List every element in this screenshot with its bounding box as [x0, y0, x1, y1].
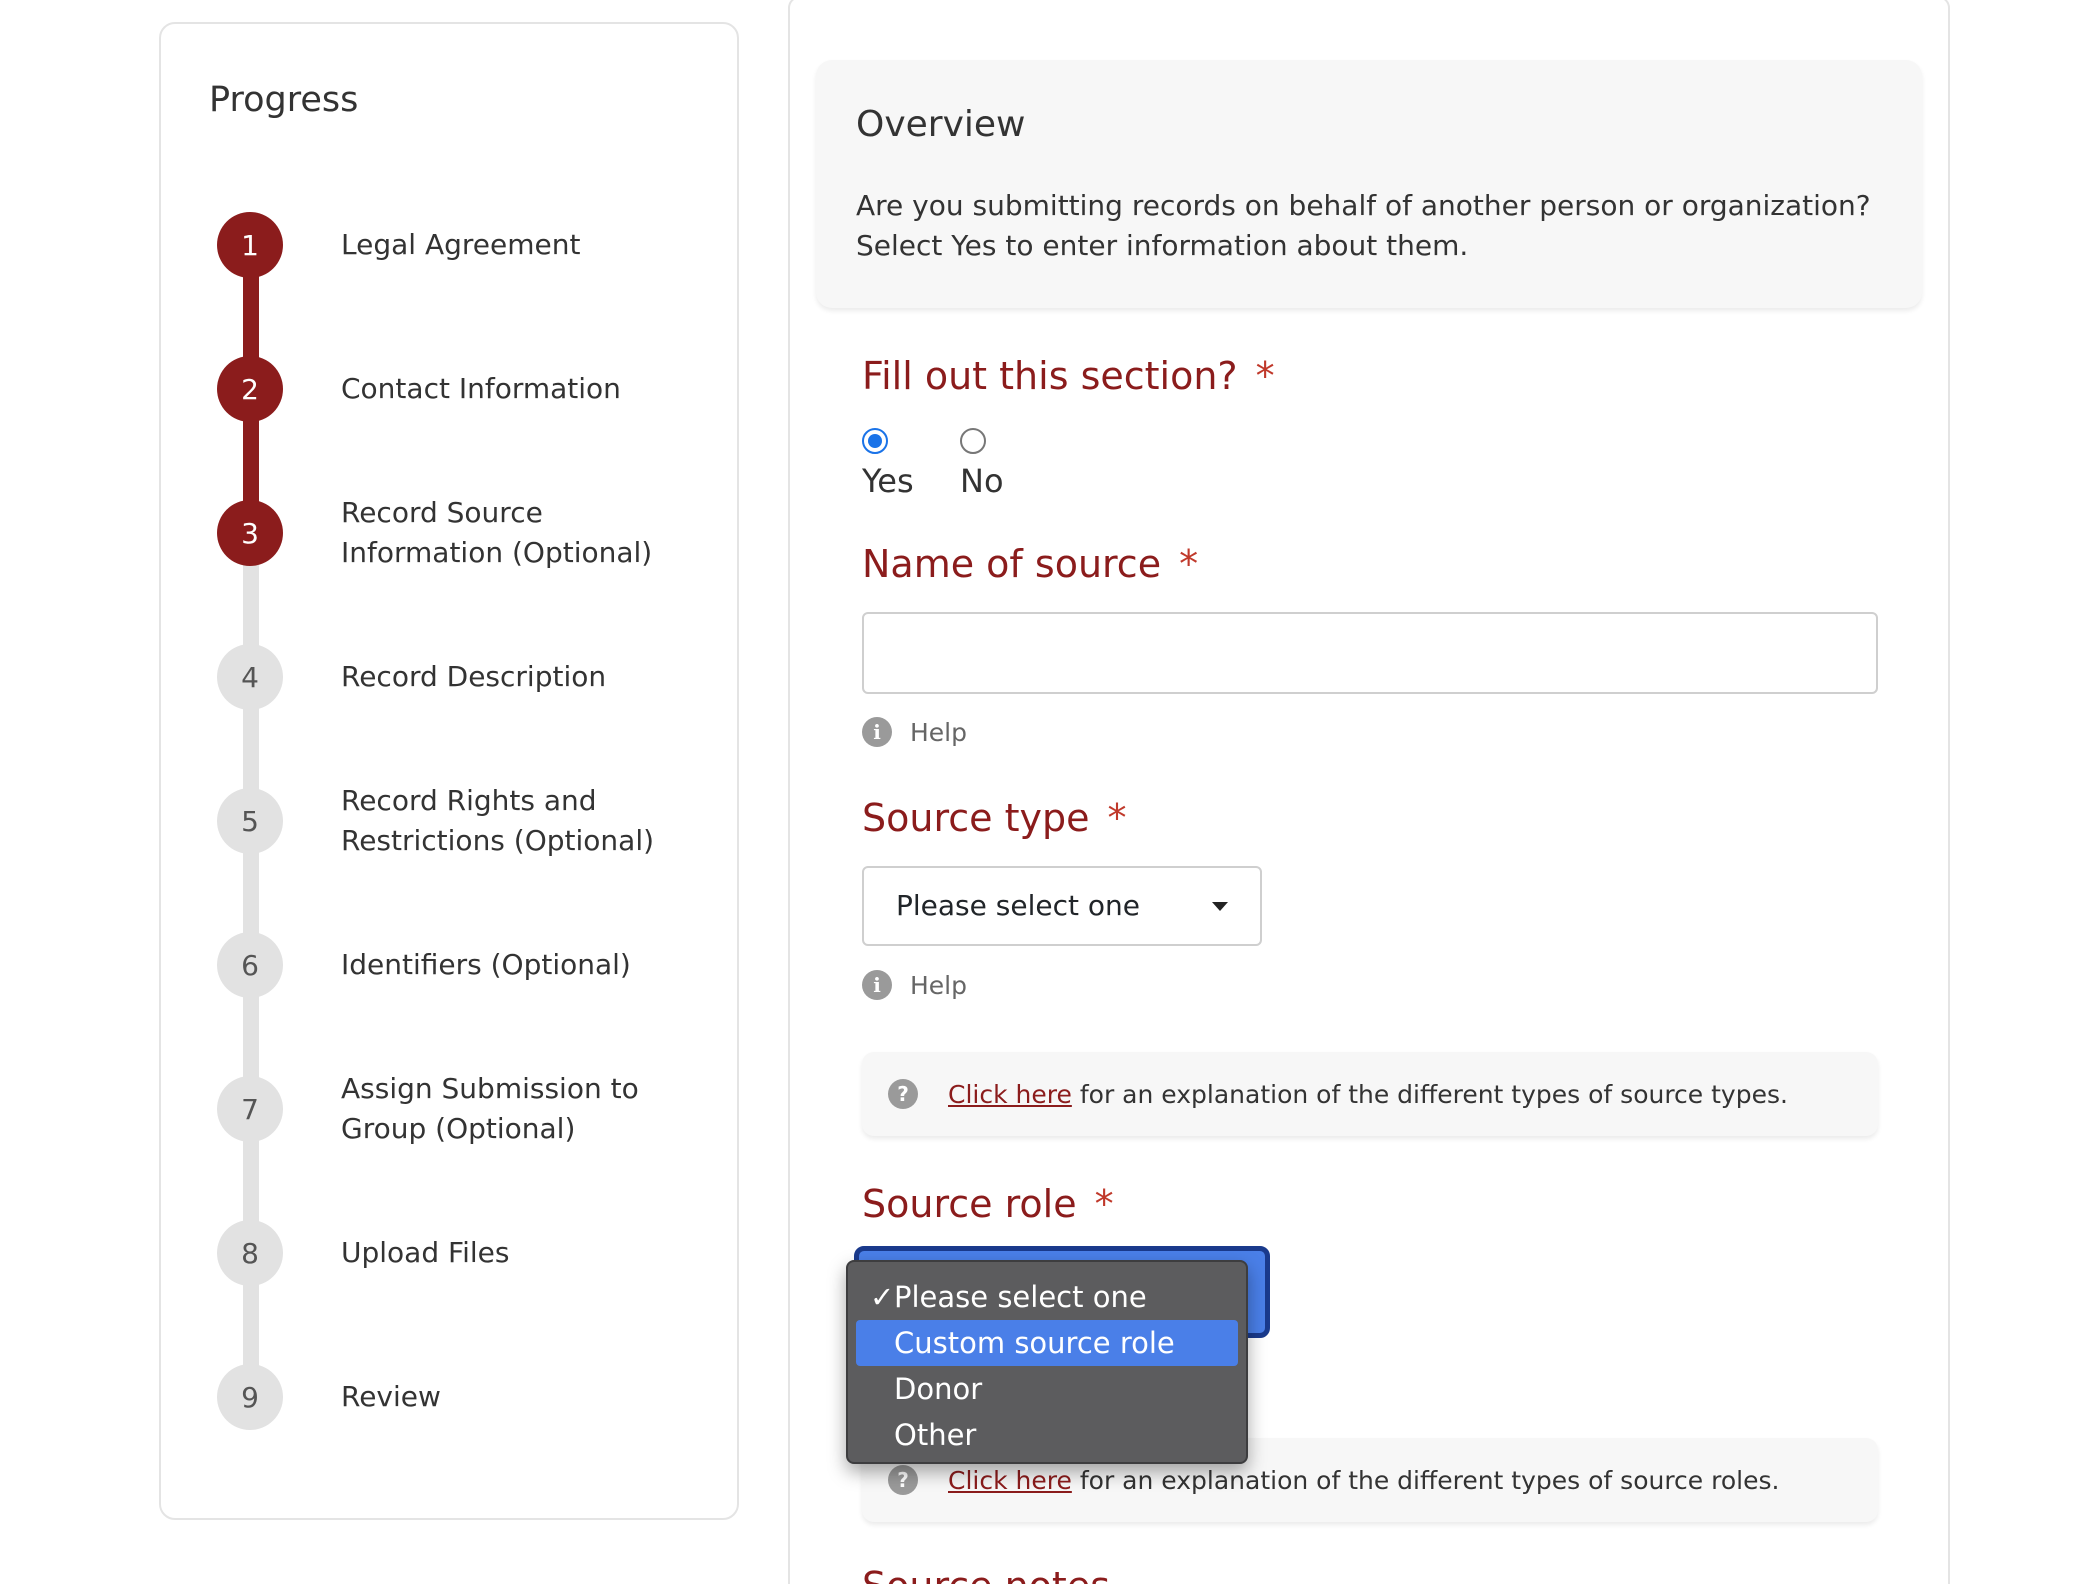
source-notes-label: Source notes — [862, 1564, 1110, 1584]
checkmark-icon: ✓ — [870, 1280, 895, 1314]
step-number-badge: 6 — [217, 932, 283, 998]
radio-yes-label: Yes — [862, 462, 914, 500]
step-label: Identifiers (Optional) — [341, 948, 631, 981]
dropdown-option-custom-source-role[interactable]: Custom source role — [856, 1320, 1238, 1366]
step-number-badge: 8 — [217, 1220, 283, 1286]
step-label: Record Description — [341, 660, 607, 693]
dropdown-option-donor[interactable]: Donor — [856, 1366, 1238, 1412]
source-type-selected-value: Please select one — [896, 889, 1140, 922]
dropdown-option-label: Other — [894, 1418, 977, 1452]
radio-yes[interactable] — [862, 428, 888, 454]
source-role-explain-link[interactable]: Click here — [948, 1466, 1072, 1495]
step-label: Review — [341, 1380, 441, 1413]
help-label: Help — [910, 970, 967, 1000]
source-type-select[interactable]: Please select one — [862, 866, 1262, 946]
radio-no[interactable] — [960, 428, 986, 454]
source-type-explain-text: for an explanation of the different type… — [1079, 1079, 1788, 1109]
source-type-help[interactable]: i Help — [862, 970, 967, 1000]
required-asterisk: * — [1107, 796, 1127, 840]
source-role-dropdown-list: ✓ Please select one Custom source role D… — [846, 1260, 1248, 1464]
required-asterisk: * — [1255, 354, 1275, 398]
info-icon: i — [862, 970, 892, 1000]
overview-card: Overview Are you submitting records on b… — [816, 60, 1922, 308]
step-label: Legal Agreement — [341, 228, 581, 261]
step-number-badge: 3 — [217, 500, 283, 566]
caret-down-icon — [1212, 902, 1228, 911]
source-type-label-text: Source type — [862, 796, 1090, 840]
info-icon: i — [862, 717, 892, 747]
source-type-label: Source type * — [862, 796, 1126, 840]
step-number-badge: 9 — [217, 1364, 283, 1430]
radio-option-yes[interactable]: Yes — [862, 428, 914, 500]
overview-title: Overview — [856, 104, 1026, 145]
fill-section-label: Fill out this section? * — [862, 354, 1275, 398]
overview-text: Are you submitting records on behalf of … — [856, 189, 1871, 262]
step-number-badge: 2 — [217, 356, 283, 422]
radio-no-label: No — [960, 462, 1004, 500]
step-number-badge: 5 — [217, 788, 283, 854]
dropdown-option-label: Please select one — [894, 1280, 1147, 1314]
help-label: Help — [910, 717, 967, 747]
progress-panel: Progress 1 Legal Agreement 2 Contact Inf… — [159, 22, 739, 1520]
dropdown-option-label: Donor — [894, 1372, 983, 1406]
step-label: Assign Submission to Group (Optional) — [341, 1072, 639, 1145]
name-of-source-label-text: Name of source — [862, 542, 1162, 586]
radio-option-no[interactable]: No — [960, 428, 1004, 500]
step-label: Contact Information — [341, 372, 621, 405]
step-label: Upload Files — [341, 1236, 510, 1269]
required-asterisk: * — [1094, 1182, 1114, 1226]
question-icon: ? — [888, 1465, 918, 1495]
step-label: Record Rights and Restrictions (Optional… — [341, 784, 655, 857]
fill-section-label-text: Fill out this section? — [862, 354, 1238, 398]
form-panel: Overview Are you submitting records on b… — [788, 0, 1950, 1584]
dropdown-option-other[interactable]: Other — [856, 1412, 1238, 1458]
step-label: Record Source Information (Optional) — [341, 496, 653, 569]
source-type-explain-link[interactable]: Click here — [948, 1080, 1072, 1109]
dropdown-option-please-select[interactable]: ✓ Please select one — [856, 1274, 1238, 1320]
question-icon: ? — [888, 1079, 918, 1109]
dropdown-option-label: Custom source role — [894, 1326, 1175, 1360]
progress-title: Progress — [209, 80, 359, 120]
source-type-explanation: ? Click here for an explanation of the d… — [862, 1052, 1878, 1136]
name-of-source-help[interactable]: i Help — [862, 717, 967, 747]
required-asterisk: * — [1179, 542, 1199, 586]
source-role-label-text: Source role — [862, 1182, 1077, 1226]
step-number-badge: 4 — [217, 644, 283, 710]
source-role-explain-text: for an explanation of the different type… — [1079, 1465, 1780, 1495]
step-number-badge: 1 — [217, 212, 283, 278]
name-of-source-input[interactable] — [862, 612, 1878, 694]
step-number-badge: 7 — [217, 1076, 283, 1142]
name-of-source-label: Name of source * — [862, 542, 1198, 586]
source-role-label: Source role * — [862, 1182, 1114, 1226]
